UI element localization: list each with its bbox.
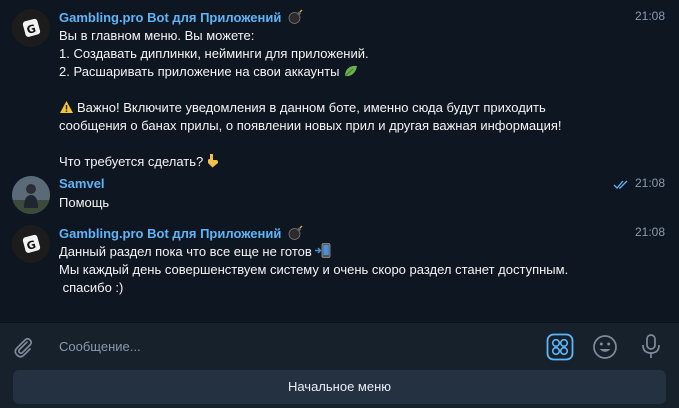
message-time: 21:08 xyxy=(634,225,665,239)
microphone-icon[interactable] xyxy=(640,333,662,361)
message-text: Помощь xyxy=(59,195,110,210)
sender-name[interactable]: Gambling.pro Bot для Приложений xyxy=(59,225,303,243)
bomb-icon xyxy=(288,225,303,243)
bot-commands-icon[interactable] xyxy=(546,333,574,361)
message-time: 21:08 xyxy=(634,9,665,23)
bot-avatar[interactable]: G xyxy=(12,225,50,263)
paperclip-icon[interactable] xyxy=(11,335,35,359)
mobile-phone-arrow-icon xyxy=(314,243,331,263)
message-text: Данный раздел пока что все еще не готов … xyxy=(59,243,569,295)
leaf-icon xyxy=(343,64,358,83)
bot-avatar[interactable]: G xyxy=(12,9,50,47)
double-check-icon xyxy=(613,177,629,195)
message-composer: Сообщение... xyxy=(0,322,679,371)
bomb-icon xyxy=(288,9,303,27)
reply-keyboard: Начальное меню xyxy=(0,370,679,408)
message-time: 21:08 xyxy=(634,176,665,190)
chat-history: G Gambling.pro Bot для Приложений 21:08 … xyxy=(0,0,679,322)
sender-name[interactable]: Samvel xyxy=(59,176,105,191)
user-avatar[interactable] xyxy=(12,176,50,214)
message-input[interactable]: Сообщение... xyxy=(59,339,141,354)
smiley-icon[interactable] xyxy=(592,334,618,360)
main-menu-button[interactable]: Начальное меню xyxy=(13,370,666,404)
sender-name[interactable]: Gambling.pro Bot для Приложений xyxy=(59,9,303,27)
pointing-down-icon xyxy=(206,153,219,173)
message-text: Вы в главном меню. Вы можете: 1. Создава… xyxy=(59,27,659,171)
